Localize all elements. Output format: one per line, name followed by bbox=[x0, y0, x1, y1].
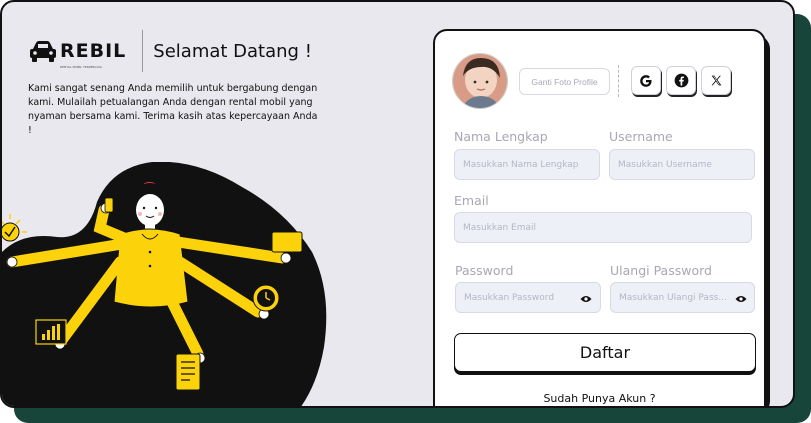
confirm-password-eye-icon[interactable] bbox=[735, 295, 747, 303]
register-submit-button[interactable]: Daftar bbox=[454, 333, 756, 372]
logo-text: REBIL bbox=[60, 40, 127, 62]
email-label: Email bbox=[454, 193, 489, 208]
avatar-image bbox=[453, 54, 507, 108]
social-divider bbox=[618, 65, 619, 97]
full-name-input[interactable] bbox=[454, 149, 600, 180]
facebook-login-button[interactable] bbox=[666, 66, 696, 95]
confirm-password-label: Ulangi Password bbox=[610, 263, 712, 278]
x-icon bbox=[711, 75, 721, 86]
google-icon bbox=[640, 74, 652, 87]
username-input[interactable] bbox=[609, 149, 755, 180]
password-label: Password bbox=[455, 263, 514, 278]
brand-divider bbox=[142, 30, 144, 72]
x-login-button[interactable] bbox=[701, 66, 731, 95]
welcome-title: Selamat Datang ! bbox=[153, 40, 312, 62]
username-label: Username bbox=[609, 129, 673, 144]
welcome-text: Kami sangat senang Anda memilih untuk be… bbox=[28, 83, 318, 136]
password-eye-icon[interactable] bbox=[580, 295, 592, 303]
multitasking-woman-illustration bbox=[2, 162, 327, 406]
email-input[interactable] bbox=[454, 212, 752, 243]
register-form: Ganti Foto Profile Nama Lengkap U bbox=[433, 29, 766, 406]
google-login-button[interactable] bbox=[631, 66, 661, 95]
brand-header: REBIL RENTAL MOBIL TERPERCAYA Selamat Da… bbox=[28, 30, 312, 72]
full-name-label: Nama Lengkap bbox=[454, 129, 548, 144]
register-card: REBIL RENTAL MOBIL TERPERCAYA Selamat Da… bbox=[0, 0, 795, 408]
facebook-icon bbox=[674, 73, 688, 88]
confirm-password-input[interactable] bbox=[610, 282, 755, 313]
logo-tagline: RENTAL MOBIL TERPERCAYA bbox=[60, 65, 103, 69]
logo: REBIL RENTAL MOBIL TERPERCAYA bbox=[28, 39, 127, 69]
profile-avatar[interactable] bbox=[452, 53, 508, 109]
car-icon bbox=[30, 41, 56, 62]
change-photo-button[interactable]: Ganti Foto Profile bbox=[519, 68, 610, 95]
have-account-link[interactable]: Sudah Punya Akun ? bbox=[435, 392, 764, 405]
